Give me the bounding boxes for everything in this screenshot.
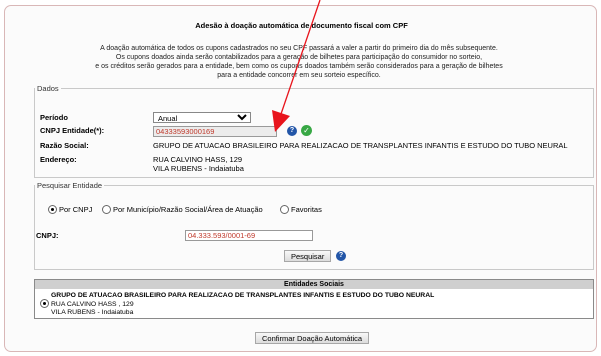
arrow-head bbox=[272, 110, 290, 132]
annotation-arrow bbox=[272, 0, 321, 132]
arrow-line bbox=[280, 0, 321, 115]
